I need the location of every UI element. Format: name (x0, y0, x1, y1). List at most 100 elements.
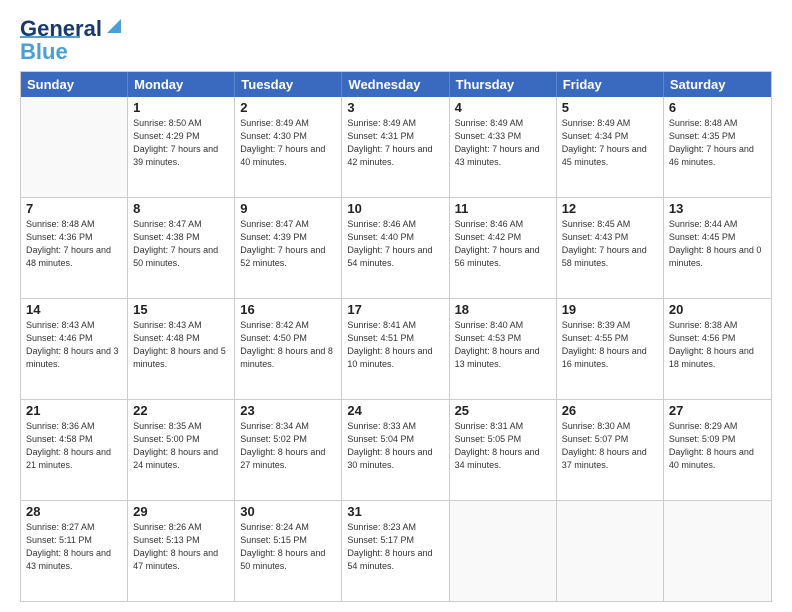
day-number: 6 (669, 100, 766, 115)
empty-cell-0-0 (21, 97, 128, 197)
day-cell-25: 25Sunrise: 8:31 AMSunset: 5:05 PMDayligh… (450, 400, 557, 500)
day-number: 30 (240, 504, 336, 519)
calendar: SundayMondayTuesdayWednesdayThursdayFrid… (20, 71, 772, 602)
header-day-tuesday: Tuesday (235, 72, 342, 97)
day-cell-13: 13 Sunrise: 8:44 AMSunset: 4:45 PMDayligh… (664, 198, 771, 298)
day-info: Sunrise: 8:43 AMSunset: 4:48 PMDaylight:… (133, 319, 229, 371)
day-info: Sunrise: 8:40 AMSunset: 4:53 PMDaylight:… (455, 319, 551, 371)
day-cell-19: 19 Sunrise: 8:39 AMSunset: 4:55 PMDayligh… (557, 299, 664, 399)
day-cell-8: 8Sunrise: 8:47 AMSunset: 4:38 PMDaylight… (128, 198, 235, 298)
day-info: Sunrise: 8:26 AMSunset: 5:13 PMDaylight:… (133, 521, 229, 573)
day-cell-26: 26 Sunrise: 8:30 AMSunset: 5:07 PMDayligh… (557, 400, 664, 500)
day-info: Sunrise: 8:43 AMSunset: 4:46 PMDaylight:… (26, 319, 122, 371)
day-cell-16: 16 Sunrise: 8:42 AMSunset: 4:50 PMDayligh… (235, 299, 342, 399)
day-info: Sunrise: 8:31 AMSunset: 5:05 PMDaylight:… (455, 420, 551, 472)
day-info: Sunrise: 8:27 AMSunset: 5:11 PMDaylight:… (26, 521, 122, 573)
day-number: 21 (26, 403, 122, 418)
day-cell-9: 9Sunrise: 8:47 AMSunset: 4:39 PMDaylight… (235, 198, 342, 298)
day-number: 14 (26, 302, 122, 317)
logo-triangle-icon (103, 15, 125, 37)
day-number: 19 (562, 302, 658, 317)
day-info: Sunrise: 8:36 AMSunset: 4:58 PMDaylight:… (26, 420, 122, 472)
day-cell-24: 24Sunrise: 8:33 AMSunset: 5:04 PMDayligh… (342, 400, 449, 500)
day-cell-11: 11 Sunrise: 8:46 AMSunset: 4:42 PMDayligh… (450, 198, 557, 298)
header: General Blue (20, 16, 772, 65)
day-number: 11 (455, 201, 551, 216)
day-number: 17 (347, 302, 443, 317)
day-cell-17: 17Sunrise: 8:41 AMSunset: 4:51 PMDayligh… (342, 299, 449, 399)
day-cell-6: 6 Sunrise: 8:48 AMSunset: 4:35 PMDaylight… (664, 97, 771, 197)
logo-blue: Blue (20, 36, 80, 65)
calendar-row-4: 28 Sunrise: 8:27 AMSunset: 5:11 PMDayligh… (21, 501, 771, 602)
day-number: 26 (562, 403, 658, 418)
day-info: Sunrise: 8:34 AMSunset: 5:02 PMDaylight:… (240, 420, 336, 472)
day-cell-7: 7 Sunrise: 8:48 AMSunset: 4:36 PMDaylight… (21, 198, 128, 298)
calendar-header: SundayMondayTuesdayWednesdayThursdayFrid… (21, 72, 771, 97)
day-cell-22: 22 Sunrise: 8:35 AMSunset: 5:00 PMDayligh… (128, 400, 235, 500)
day-info: Sunrise: 8:46 AMSunset: 4:40 PMDaylight:… (347, 218, 443, 270)
day-info: Sunrise: 8:44 AMSunset: 4:45 PMDaylight:… (669, 218, 766, 270)
day-info: Sunrise: 8:39 AMSunset: 4:55 PMDaylight:… (562, 319, 658, 371)
day-number: 7 (26, 201, 122, 216)
day-cell-2: 2 Sunrise: 8:49 AMSunset: 4:30 PMDaylight… (235, 97, 342, 197)
day-number: 28 (26, 504, 122, 519)
day-info: Sunrise: 8:48 AMSunset: 4:35 PMDaylight:… (669, 117, 766, 169)
day-number: 23 (240, 403, 336, 418)
day-cell-20: 20 Sunrise: 8:38 AMSunset: 4:56 PMDayligh… (664, 299, 771, 399)
logo: General Blue (20, 16, 125, 65)
day-cell-4: 4Sunrise: 8:49 AMSunset: 4:33 PMDaylight… (450, 97, 557, 197)
day-number: 20 (669, 302, 766, 317)
header-day-saturday: Saturday (664, 72, 771, 97)
day-number: 4 (455, 100, 551, 115)
day-info: Sunrise: 8:49 AMSunset: 4:30 PMDaylight:… (240, 117, 336, 169)
day-cell-12: 12Sunrise: 8:45 AMSunset: 4:43 PMDayligh… (557, 198, 664, 298)
day-number: 16 (240, 302, 336, 317)
calendar-row-1: 7 Sunrise: 8:48 AMSunset: 4:36 PMDaylight… (21, 198, 771, 299)
day-cell-3: 3 Sunrise: 8:49 AMSunset: 4:31 PMDaylight… (342, 97, 449, 197)
day-cell-31: 31 Sunrise: 8:23 AMSunset: 5:17 PMDayligh… (342, 501, 449, 601)
day-number: 10 (347, 201, 443, 216)
day-number: 29 (133, 504, 229, 519)
day-cell-28: 28 Sunrise: 8:27 AMSunset: 5:11 PMDayligh… (21, 501, 128, 601)
calendar-row-2: 14 Sunrise: 8:43 AMSunset: 4:46 PMDayligh… (21, 299, 771, 400)
page: General Blue SundayMondayTuesdayWednesda… (0, 0, 792, 612)
day-number: 3 (347, 100, 443, 115)
day-info: Sunrise: 8:24 AMSunset: 5:15 PMDaylight:… (240, 521, 336, 573)
day-info: Sunrise: 8:30 AMSunset: 5:07 PMDaylight:… (562, 420, 658, 472)
day-number: 24 (347, 403, 443, 418)
day-info: Sunrise: 8:50 AMSunset: 4:29 PMDaylight:… (133, 117, 229, 169)
day-number: 15 (133, 302, 229, 317)
day-info: Sunrise: 8:29 AMSunset: 5:09 PMDaylight:… (669, 420, 766, 472)
day-info: Sunrise: 8:42 AMSunset: 4:50 PMDaylight:… (240, 319, 336, 371)
calendar-body: 1 Sunrise: 8:50 AMSunset: 4:29 PMDaylight… (21, 97, 771, 602)
day-info: Sunrise: 8:49 AMSunset: 4:34 PMDaylight:… (562, 117, 658, 169)
day-cell-29: 29 Sunrise: 8:26 AMSunset: 5:13 PMDayligh… (128, 501, 235, 601)
day-number: 2 (240, 100, 336, 115)
day-cell-14: 14 Sunrise: 8:43 AMSunset: 4:46 PMDayligh… (21, 299, 128, 399)
day-number: 1 (133, 100, 229, 115)
header-day-sunday: Sunday (21, 72, 128, 97)
day-cell-10: 10 Sunrise: 8:46 AMSunset: 4:40 PMDayligh… (342, 198, 449, 298)
empty-cell-4-4 (450, 501, 557, 601)
day-number: 22 (133, 403, 229, 418)
day-cell-30: 30 Sunrise: 8:24 AMSunset: 5:15 PMDayligh… (235, 501, 342, 601)
day-cell-1: 1 Sunrise: 8:50 AMSunset: 4:29 PMDaylight… (128, 97, 235, 197)
day-info: Sunrise: 8:49 AMSunset: 4:31 PMDaylight:… (347, 117, 443, 169)
day-number: 5 (562, 100, 658, 115)
header-day-wednesday: Wednesday (342, 72, 449, 97)
day-number: 31 (347, 504, 443, 519)
day-cell-18: 18Sunrise: 8:40 AMSunset: 4:53 PMDayligh… (450, 299, 557, 399)
day-info: Sunrise: 8:38 AMSunset: 4:56 PMDaylight:… (669, 319, 766, 371)
day-cell-15: 15 Sunrise: 8:43 AMSunset: 4:48 PMDayligh… (128, 299, 235, 399)
calendar-row-3: 21 Sunrise: 8:36 AMSunset: 4:58 PMDayligh… (21, 400, 771, 501)
day-info: Sunrise: 8:46 AMSunset: 4:42 PMDaylight:… (455, 218, 551, 270)
day-number: 9 (240, 201, 336, 216)
day-number: 27 (669, 403, 766, 418)
day-info: Sunrise: 8:23 AMSunset: 5:17 PMDaylight:… (347, 521, 443, 573)
day-info: Sunrise: 8:48 AMSunset: 4:36 PMDaylight:… (26, 218, 122, 270)
day-number: 12 (562, 201, 658, 216)
header-day-friday: Friday (557, 72, 664, 97)
day-info: Sunrise: 8:47 AMSunset: 4:38 PMDaylight:… (133, 218, 229, 270)
day-info: Sunrise: 8:35 AMSunset: 5:00 PMDaylight:… (133, 420, 229, 472)
day-number: 13 (669, 201, 766, 216)
